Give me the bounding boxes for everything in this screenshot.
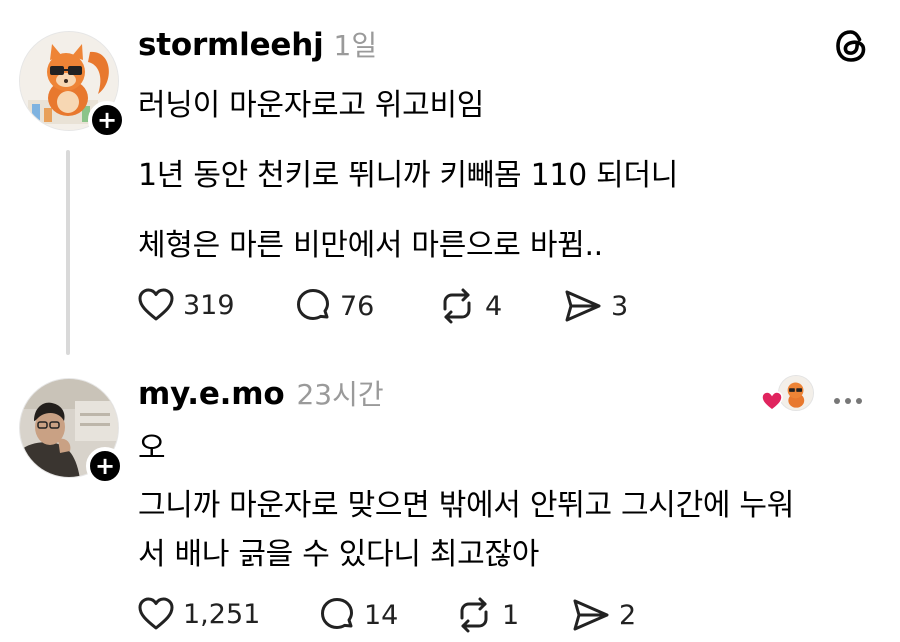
like-count: 1,251 (183, 598, 261, 630)
post-text-line: 그니까 마운자로 맞으면 밖에서 안뛰고 그시간에 누워 (138, 488, 795, 523)
post-header: stormleehj 1일 (138, 24, 377, 64)
share-count: 3 (611, 290, 629, 322)
repost-count: 4 (485, 290, 503, 322)
send-icon (565, 290, 601, 322)
comment-icon (321, 598, 353, 629)
more-options-icon[interactable] (834, 389, 867, 408)
like-button[interactable]: 1,251 (137, 596, 260, 632)
follow-plus-button[interactable]: + (86, 447, 124, 485)
follow-plus-button[interactable]: + (88, 101, 126, 139)
send-icon (573, 599, 609, 631)
post-text-line: 체형은 마른 비만에서 마른으로 바뀜.. (138, 228, 603, 263)
comment-count: 14 (364, 599, 399, 631)
post-time: 23시간 (296, 378, 384, 411)
thread-connector-line (66, 150, 70, 355)
like-button[interactable]: 319 (137, 287, 235, 323)
squirrel-avatar-image (779, 376, 813, 410)
comment-button[interactable]: 14 (318, 596, 398, 634)
repost-icon (443, 288, 471, 324)
post-text-line: 오 (138, 431, 166, 466)
repost-count: 1 (502, 599, 520, 631)
post-header: my.e.mo 23시간 (138, 373, 384, 413)
username-link[interactable]: stormleehj (138, 27, 324, 63)
share-count: 2 (619, 599, 637, 631)
comment-count: 76 (340, 290, 375, 322)
share-button[interactable]: 3 (563, 287, 628, 325)
username-link[interactable]: my.e.mo (138, 376, 285, 412)
post-text-line: 러닝이 마운자로고 위고비임 (138, 88, 485, 123)
liked-by-author-indicator (760, 375, 816, 415)
repost-button[interactable]: 4 (437, 287, 502, 325)
post-text-line: 1년 동안 천키로 뛰니까 키빼몸 110 되더니 (138, 158, 679, 193)
post-time: 1일 (333, 29, 378, 62)
heart-filled-icon (761, 391, 783, 411)
comment-icon (297, 289, 329, 320)
threads-logo-icon[interactable] (832, 27, 870, 69)
repost-icon (460, 597, 488, 633)
heart-icon (138, 288, 174, 321)
post-text-line: 서 배나 긁을 수 있다니 최고잖아 (138, 537, 540, 572)
heart-icon (138, 597, 174, 630)
comment-button[interactable]: 76 (294, 287, 374, 325)
repost-button[interactable]: 1 (454, 596, 519, 634)
share-button[interactable]: 2 (571, 596, 636, 634)
like-count: 319 (183, 289, 235, 321)
